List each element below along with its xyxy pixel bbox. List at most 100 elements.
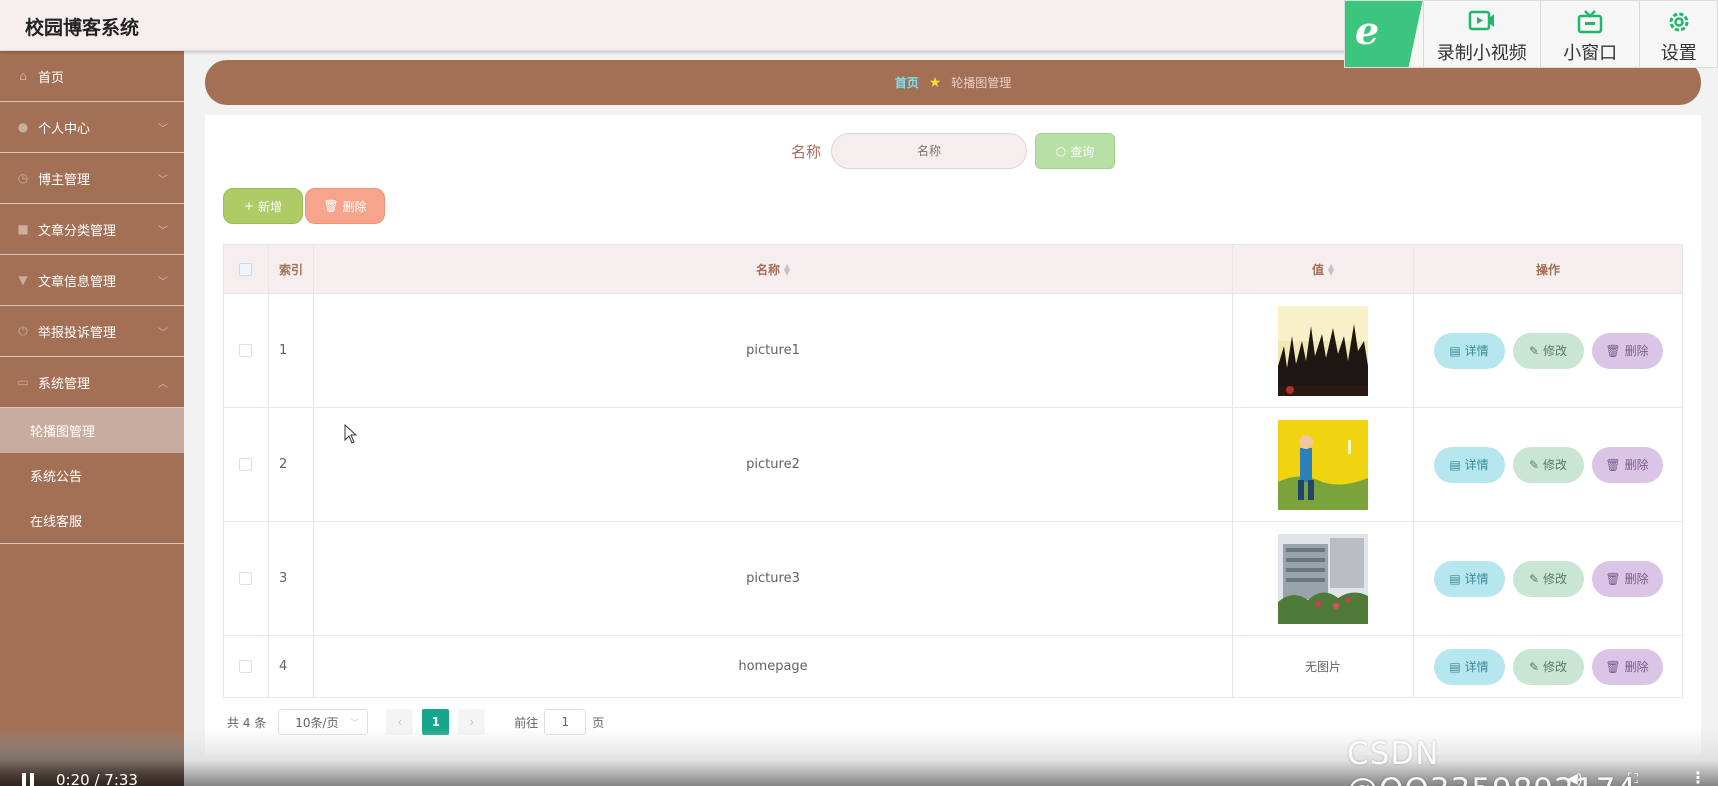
- row-index: 3: [268, 521, 314, 636]
- table-row: 3 picture3 ▤ 详情 ✎ 修改 🗑 删除: [223, 521, 1683, 636]
- search-label: 名称: [790, 142, 821, 161]
- delete-button[interactable]: 🗑 删除: [1591, 560, 1663, 597]
- row-checkbox[interactable]: [239, 572, 253, 585]
- volume-icon[interactable]: ◀): [1567, 770, 1582, 786]
- app-title: 校园博客系统: [25, 17, 140, 39]
- breadcrumb-current: 轮播图管理: [951, 76, 1012, 90]
- carousel-thumbnail-image: [1278, 305, 1369, 396]
- select-all-checkbox[interactable]: [239, 263, 253, 276]
- delete-button[interactable]: 🗑 删除: [1591, 648, 1663, 685]
- row-name: picture3: [313, 521, 1234, 636]
- sidebar-subitem-announcement[interactable]: 系统公告: [0, 453, 184, 498]
- record-video-button[interactable]: 录制小视频: [1422, 1, 1540, 67]
- sidebar-item-blogger-management[interactable]: ◷ 博主管理 ﹀: [0, 153, 184, 204]
- column-header-index: 索引: [268, 244, 314, 294]
- sidebar-item-report-complaint[interactable]: ⏻ 举报投诉管理 ﹀: [0, 306, 184, 357]
- select-all-cell: [223, 244, 269, 294]
- fullscreen-icon[interactable]: ⛶: [1628, 770, 1638, 786]
- row-value-text: 无图片: [1232, 635, 1415, 698]
- row-index: 1: [268, 293, 314, 408]
- star-icon: ★: [928, 74, 942, 91]
- power-icon: ⏻: [18, 324, 28, 338]
- table-row: 4 homepage 无图片 ▤ 详情 ✎ 修改 🗑 删除: [223, 635, 1683, 698]
- batch-delete-button[interactable]: 🗑 删除: [305, 188, 385, 224]
- chevron-down-icon: ﹀: [158, 277, 168, 288]
- tv-icon: [1576, 9, 1604, 35]
- edit-button[interactable]: ✎ 修改: [1512, 648, 1584, 685]
- row-checkbox[interactable]: [239, 660, 253, 673]
- edit-button[interactable]: ✎ 修改: [1512, 560, 1584, 597]
- row-index: 4: [268, 635, 314, 698]
- column-header-name[interactable]: 名称 ▲ ▼: [313, 244, 1234, 294]
- row-name: homepage: [313, 635, 1234, 698]
- edit-button[interactable]: ✎ 修改: [1512, 446, 1584, 483]
- pause-icon[interactable]: [22, 773, 34, 786]
- delete-button[interactable]: 🗑 删除: [1591, 446, 1663, 483]
- row-checkbox[interactable]: [239, 344, 253, 357]
- sidebar: ⌂ 首页 ● 个人中心 ﹀ ◷ 博主管理 ﹀ ■ 文章分类管理 ﹀ ▼ 文章信息…: [0, 51, 184, 786]
- detail-button[interactable]: ▤ 详情: [1433, 560, 1505, 597]
- carousel-thumbnail-image: [1278, 533, 1369, 624]
- video-time: 0:20 / 7:33: [56, 771, 138, 786]
- record-icon: [1468, 9, 1496, 35]
- chevron-down-icon: ﹀: [158, 124, 168, 135]
- trash-icon: 🗑: [1605, 571, 1621, 586]
- mini-window-button[interactable]: 小窗口: [1539, 1, 1639, 67]
- table-header-row: 索引 名称 ▲ ▼ 值 ▲ ▼ 操作: [223, 244, 1683, 294]
- delete-button[interactable]: 🗑 删除: [1591, 332, 1663, 369]
- document-icon: ▤: [1449, 571, 1461, 586]
- sidebar-item-article-category[interactable]: ■ 文章分类管理 ﹀: [0, 204, 184, 255]
- sidebar-subitem-online-service[interactable]: 在线客服: [0, 498, 184, 543]
- chevron-down-icon: ﹀: [158, 226, 168, 237]
- video-icon: ■: [17, 222, 29, 236]
- document-icon: ▤: [1449, 343, 1461, 358]
- sidebar-subitem-carousel[interactable]: 轮播图管理: [0, 408, 184, 453]
- row-name: picture2: [313, 407, 1234, 522]
- sidebar-item-personal-center[interactable]: ● 个人中心 ﹀: [0, 102, 184, 153]
- pencil-icon: ✎: [1528, 343, 1540, 358]
- chevron-right-icon: ›: [469, 715, 475, 729]
- table-row: 1 picture1 ▤ 详情 ✎ 修改 🗑 删除: [223, 293, 1683, 408]
- floating-video-toolbar: e 录制小视频 小窗口 设置: [1344, 0, 1718, 68]
- search-icon: ○: [1055, 144, 1067, 158]
- table-row: 2 picture2 ▤ 详情 ✎ 修改 🗑 删除: [223, 407, 1683, 522]
- sort-icon: ▲ ▼: [1327, 262, 1335, 277]
- chevron-down-icon: ﹀: [158, 175, 168, 186]
- add-button[interactable]: + 新增: [223, 188, 303, 224]
- cup-icon: ▼: [18, 273, 28, 287]
- search-row: 名称 ○ 查询: [205, 132, 1701, 170]
- more-options-icon[interactable]: ⋮: [1690, 768, 1706, 786]
- main-content: 名称 ○ 查询 + 新增 🗑 删除 索引 名称▲▼ 值▲▼ 操作: [205, 115, 1701, 755]
- edit-button[interactable]: ✎ 修改: [1512, 332, 1584, 369]
- sort-icon: ▲ ▼: [783, 262, 791, 277]
- chevron-down-icon: ﹀: [158, 328, 168, 339]
- row-actions: ▤ 详情 ✎ 修改 🗑 删除: [1414, 560, 1682, 597]
- detail-button[interactable]: ▤ 详情: [1433, 332, 1505, 369]
- chat-icon: ▭: [17, 375, 29, 389]
- search-button[interactable]: ○ 查询: [1035, 133, 1115, 169]
- row-actions: ▤ 详情 ✎ 修改 🗑 删除: [1414, 446, 1682, 483]
- pencil-icon: ✎: [1528, 659, 1540, 674]
- watermark-text: CSDN @QQ3359892174: [1347, 736, 1636, 786]
- detail-button[interactable]: ▤ 详情: [1433, 648, 1505, 685]
- settings-button[interactable]: 设置: [1639, 1, 1717, 67]
- search-input[interactable]: [831, 133, 1027, 169]
- sidebar-item-system-management[interactable]: ▭ 系统管理 ︿: [0, 357, 184, 408]
- document-icon: ▤: [1449, 457, 1461, 472]
- carousel-thumbnail-image: [1278, 419, 1369, 510]
- breadcrumb-home-link[interactable]: 首页: [895, 74, 919, 91]
- column-header-value[interactable]: 值 ▲ ▼: [1232, 244, 1415, 294]
- sidebar-item-article-info[interactable]: ▼ 文章信息管理 ﹀: [0, 255, 184, 306]
- user-icon: ●: [17, 120, 29, 134]
- browser-logo-icon: e: [1345, 1, 1423, 67]
- gear-icon: [1665, 9, 1693, 35]
- row-checkbox[interactable]: [239, 458, 253, 471]
- detail-button[interactable]: ▤ 详情: [1433, 446, 1505, 483]
- row-index: 2: [268, 407, 314, 522]
- plus-icon: +: [243, 199, 255, 213]
- row-actions: ▤ 详情 ✎ 修改 🗑 删除: [1414, 332, 1682, 369]
- row-actions: ▤ 详情 ✎ 修改 🗑 删除: [1414, 648, 1682, 685]
- sidebar-item-home[interactable]: ⌂ 首页: [0, 51, 184, 102]
- row-name: picture1: [313, 293, 1234, 408]
- chevron-left-icon: ‹: [397, 715, 403, 729]
